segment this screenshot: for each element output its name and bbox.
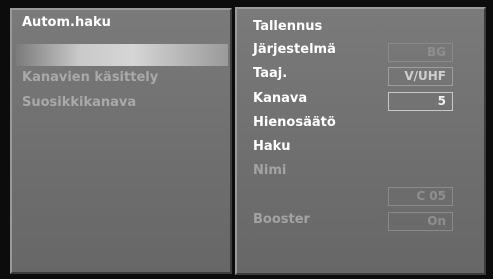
channel-name-field[interactable]: C 05 [388,187,453,206]
setting-label-nimi[interactable]: Nimi [253,163,286,178]
setting-label-hienosaato[interactable]: Hienosäätö [253,115,336,130]
channel-value-field[interactable]: 5 [388,92,453,111]
setting-label-jarjestelma[interactable]: Järjestelmä [253,42,336,57]
tv-menu-screen: Autom.haku Kanavien käsittely Suosikkika… [0,0,493,279]
frequency-band-field[interactable]: V/UHF [388,67,453,86]
booster-value-field[interactable]: On [388,212,453,231]
settings-panel: Tallennus Järjestelmä BG Taaj. V/UHF Kan… [235,7,486,275]
setting-label-tallennus[interactable]: Tallennus [253,19,322,34]
setting-label-kanava[interactable]: Kanava [253,91,307,106]
setting-label-haku[interactable]: Haku [253,139,291,154]
menu-item-autom-haku[interactable]: Autom.haku [22,15,111,30]
setting-label-taaj[interactable]: Taaj. [253,66,287,81]
setting-label-booster[interactable]: Booster [253,212,310,227]
main-menu-panel: Autom.haku Kanavien käsittely Suosikkika… [10,8,232,274]
selection-highlight-bar [16,44,228,66]
menu-item-kanavien-kasittely[interactable]: Kanavien käsittely [22,70,158,85]
menu-item-suosikkikanava[interactable]: Suosikkikanava [22,95,136,110]
system-value-field[interactable]: BG [388,43,453,62]
